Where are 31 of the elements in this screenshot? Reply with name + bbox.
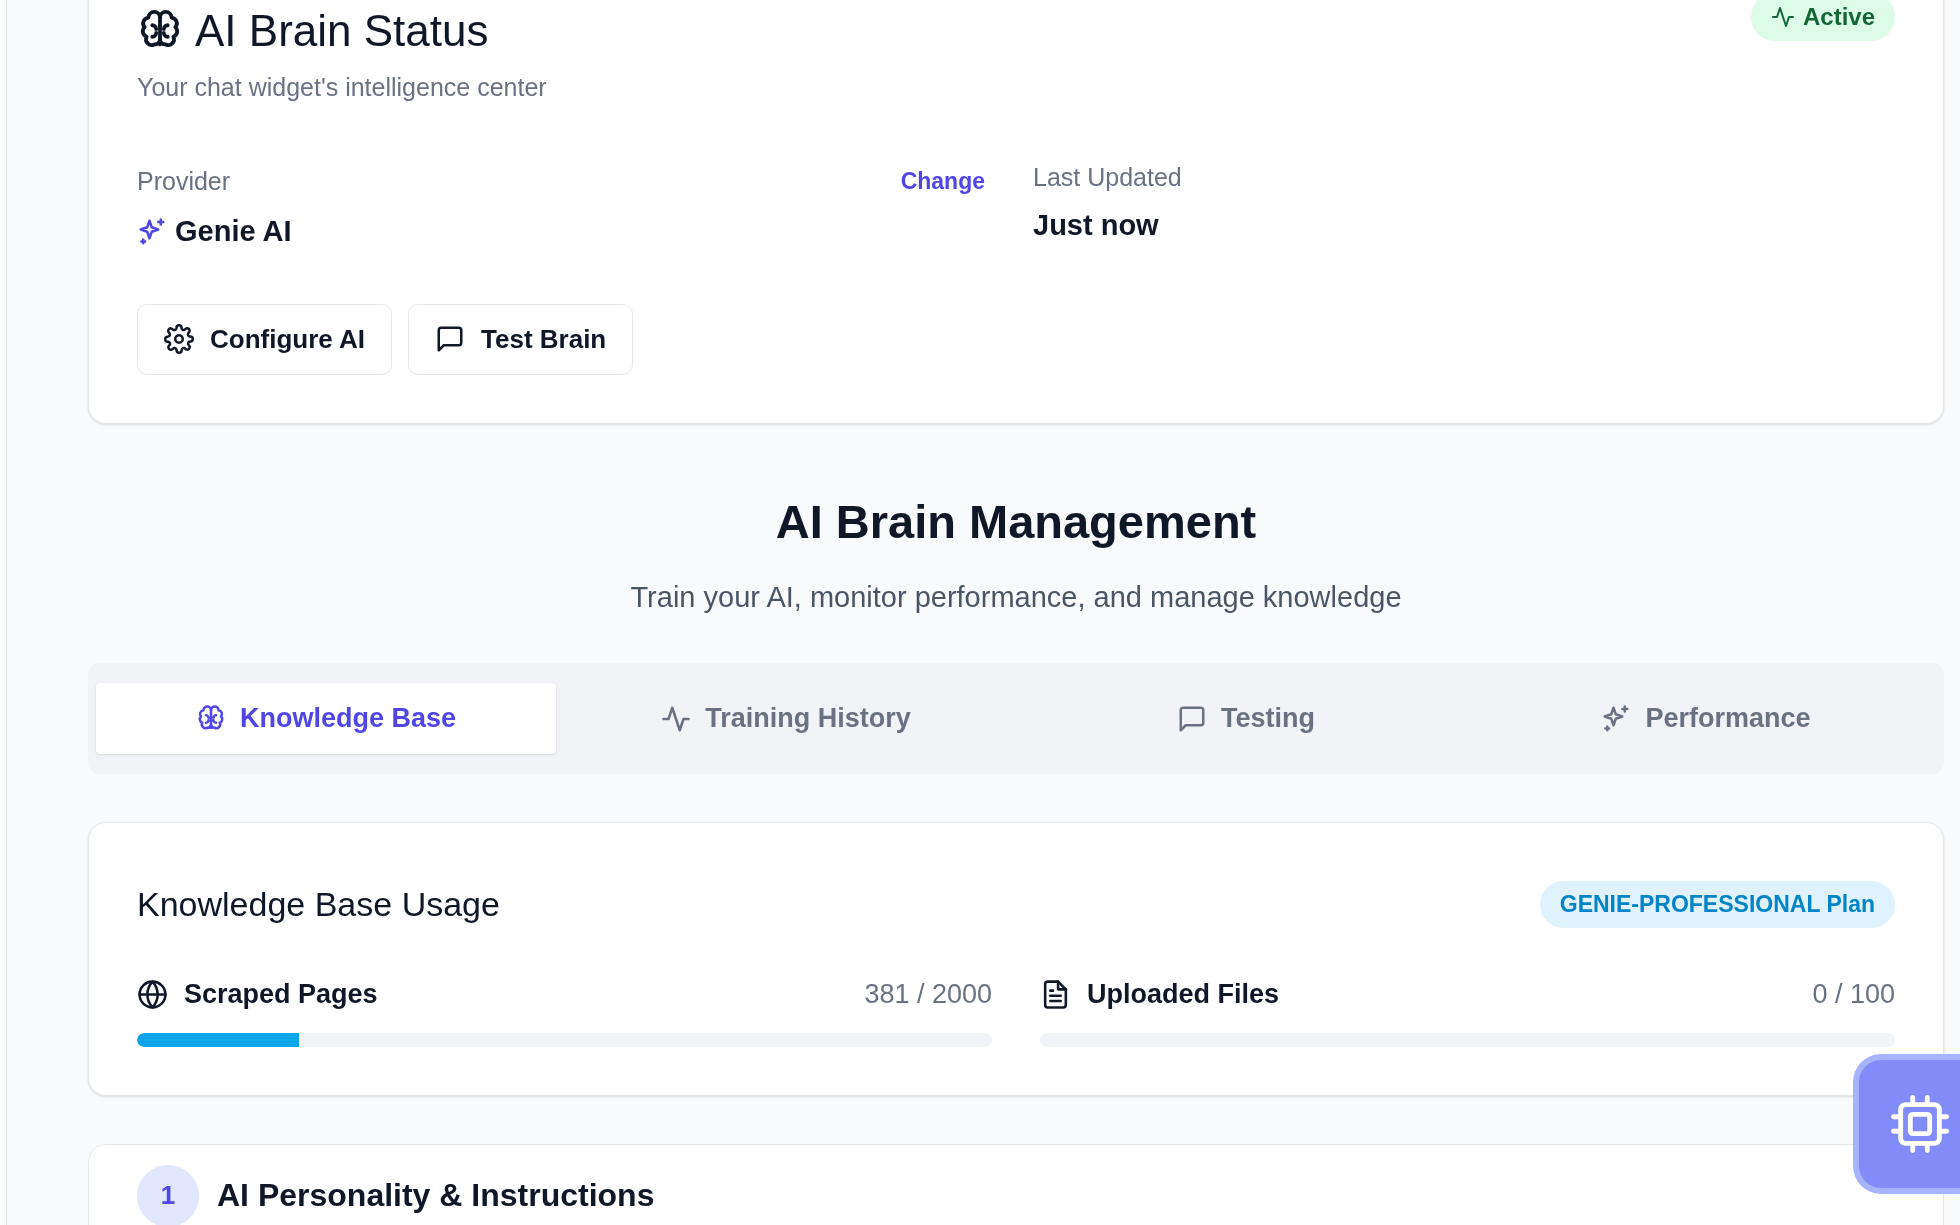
section-title: AI Personality & Instructions <box>217 1175 655 1215</box>
provider-name: Genie AI <box>175 214 292 249</box>
pulse-icon <box>1770 5 1795 29</box>
plan-badge: GENIE-PROFESSIONAL Plan <box>1539 881 1895 928</box>
settings-icon <box>164 324 194 354</box>
field-label: Last Updated <box>1033 161 1183 193</box>
card-subtitle: Your chat widget's intelligence center <box>137 72 548 103</box>
field-label: Provider <box>137 165 231 197</box>
chip-icon <box>1891 1095 1949 1153</box>
status-badge: Active <box>1750 0 1895 41</box>
meter-label: Scraped Pages <box>184 978 378 1011</box>
step-number: 1 <box>137 1164 199 1225</box>
meter-reading: 381 / 2000 <box>864 978 992 1011</box>
meter-label: Uploaded Files <box>1087 978 1280 1011</box>
tab[interactable]: Performance <box>1476 683 1936 754</box>
change-link[interactable]: Change <box>900 164 985 199</box>
section-subtitle: Train your AI, monitor performance, and manage knowledge <box>629 579 1403 615</box>
last-updated-value: Just now <box>1033 208 1160 243</box>
card-title: Knowledge Base Usage <box>137 884 500 925</box>
action-button[interactable]: Test Brain <box>408 303 634 375</box>
tab[interactable]: Testing <box>1016 683 1476 754</box>
chat-bubble-icon <box>435 324 466 354</box>
meter-reading: 0 / 100 <box>1812 978 1895 1011</box>
card-title: AI Brain Status <box>195 5 489 57</box>
tab[interactable]: Training History <box>556 683 1016 754</box>
section-heading: AI Brain Management <box>774 493 1258 550</box>
pulse-icon <box>661 703 692 734</box>
action-button[interactable]: Configure AI <box>137 303 393 375</box>
sparkle-icon <box>137 216 167 247</box>
tab[interactable]: Knowledge Base <box>96 683 556 754</box>
globe-icon <box>137 978 168 1010</box>
